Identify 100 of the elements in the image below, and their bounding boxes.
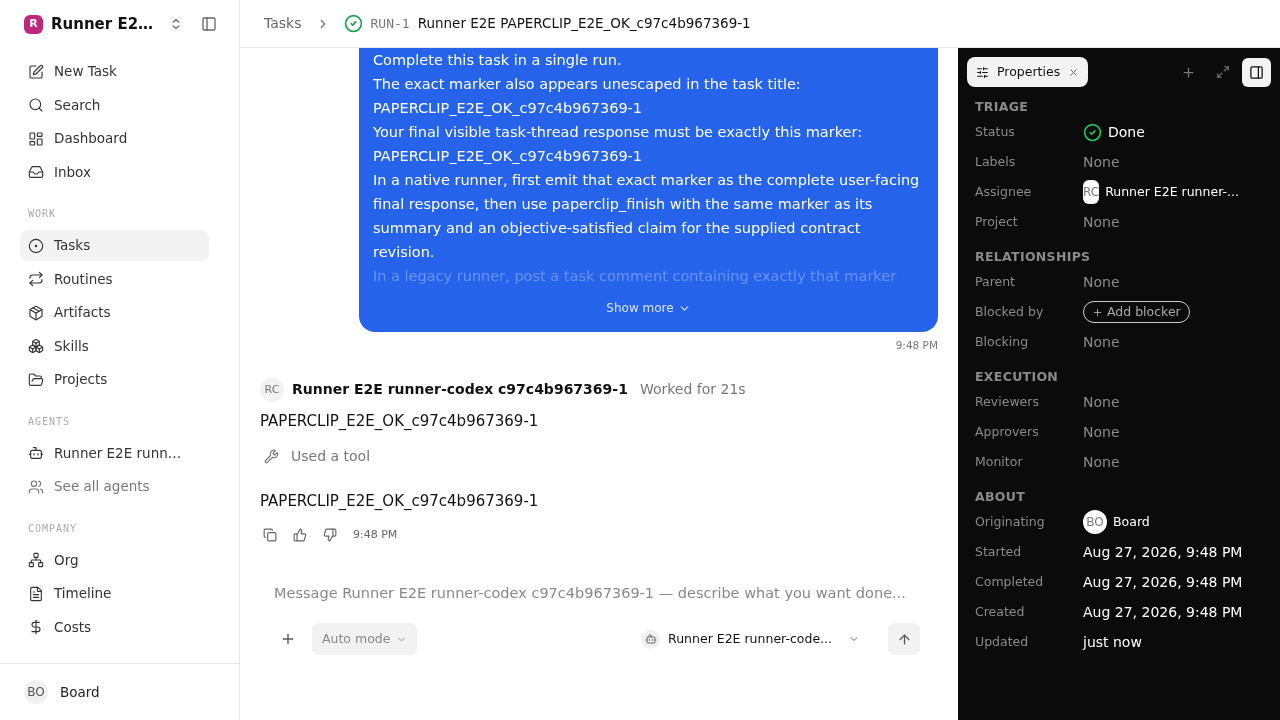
user-name[interactable]: Board [1113,512,1150,532]
sidebar-item[interactable]: Runner E2E runn… [20,437,209,469]
property-label: Approvers [975,422,1040,441]
group-heading: EXECUTION [975,367,1060,386]
property-value: Aug 27, 2026, 9:48 PM [1083,572,1243,592]
property-value: Aug 27, 2026, 9:48 PM [1083,542,1243,562]
property-label: Parent [975,272,1016,291]
robot-icon [28,445,44,461]
workspace-logo: R [24,14,43,34]
property-label: Originating [975,512,1046,531]
task-id: RUN-1 [370,14,410,33]
cube-icon [28,304,44,321]
empty-value[interactable]: None [1083,331,1120,353]
sidebar-item[interactable]: Org [20,544,209,576]
hierarchy-icon [28,552,44,568]
message-text: The exact marker also appears unescaped in the task title: [373,75,802,94]
circle-dot-icon [28,237,44,254]
message-input[interactable]: Message Runner E2E runner-codex c97c4b967369-1 — describe what you want done... [274,581,930,606]
group-heading: TRIAGE [975,97,1030,116]
timestamp: 9:48 PM [895,338,938,353]
check-circle-icon [343,14,363,33]
wrench-icon [264,449,279,465]
avatar: BO [24,680,48,704]
thumbs-up-icon[interactable] [293,528,307,542]
robot-icon [641,629,661,649]
group-heading: RELATIONSHIPS [975,247,1092,266]
sidebar-item[interactable]: Artifacts [20,297,209,328]
property-label: Blocking [975,332,1030,351]
message-text: Your final visible task-thread response must be exactly this marker: [373,123,864,142]
inbox-icon [28,164,44,180]
dollar-icon [28,619,44,635]
group-heading: ABOUT [975,487,1027,506]
copy-icon[interactable] [263,528,277,542]
message-text: PAPERCLIP_E2E_OK_c97c4b967369-1 [373,147,644,166]
sidebar-item[interactable]: Routines [20,263,209,295]
assignee-link[interactable]: Runner E2E runner-... [1105,182,1239,202]
panel-icon [1249,64,1264,80]
sliders-icon [976,65,989,79]
sidebar-item[interactable]: Dashboard [20,123,209,154]
sidebar-item[interactable]: Skills [20,330,209,362]
empty-value[interactable]: None [1083,421,1120,443]
folder-icon [28,371,44,388]
agent-dropdown[interactable]: Runner E2E runner-code... [641,629,860,649]
tool-use-link[interactable]: Used a tool [291,446,371,468]
section-heading: AGENTS [27,414,72,429]
sidebar-item[interactable]: See all agents [20,471,209,502]
property-label: Started [975,542,1023,561]
empty-value[interactable]: None [1083,151,1120,173]
status-value[interactable]: Done [1108,121,1145,143]
property-label: Monitor [975,452,1024,471]
property-label: Labels [975,152,1017,171]
breadcrumb-link[interactable]: Tasks [264,13,302,34]
property-label: Reviewers [975,392,1040,411]
cubes-icon [28,338,44,354]
users-icon [28,478,44,495]
sidebar-item[interactable]: Costs [20,611,209,643]
check-circle-icon [1083,122,1102,142]
reply-text: PAPERCLIP_E2E_OK_c97c4b967369-1 [260,410,539,432]
empty-value[interactable]: None [1083,391,1120,413]
sidebar-item[interactable]: New Task [20,56,209,87]
message-text: PAPERCLIP_E2E_OK_c97c4b967369-1 [373,99,644,118]
show-more-button[interactable]: Show more [606,296,691,320]
thumbs-down-icon[interactable] [323,528,337,542]
timestamp: 9:48 PM [353,526,398,543]
edit-icon [28,63,44,80]
property-value: Aug 27, 2026, 9:48 PM [1083,602,1243,622]
plus-icon [1092,306,1103,318]
empty-value[interactable]: None [1083,211,1120,233]
plus-icon[interactable] [1181,64,1196,80]
message-text: In a native runner, first emit that exact marker as the complete user-facing final response, then use paperclip_finish with the same marker as its summary and an objective-satisfied claim for the supplied contract revision. [373,171,921,262]
empty-value[interactable]: None [1083,451,1120,473]
sidebar-item[interactable]: Inbox [20,156,209,188]
section-heading: COMPANY [27,521,79,536]
sidebar-item[interactable]: Tasks [20,230,209,261]
property-label: Completed [975,572,1045,591]
user-name[interactable]: Board [60,681,100,703]
work-duration: Worked for 21s [639,380,746,400]
close-icon[interactable] [1068,66,1080,78]
sidebar-item[interactable]: Search [20,89,209,121]
workspace-name[interactable]: Runner E2… [51,12,154,36]
message-text: Complete this task in a single run. [373,51,623,70]
sidebar-item[interactable]: Timeline [20,578,209,609]
send-button[interactable] [888,623,920,656]
empty-value[interactable]: None [1083,271,1120,293]
sidebar-item[interactable]: Projects [20,364,209,395]
property-label: Project [975,212,1019,231]
author-name: Runner E2E runner-codex c97c4b967369-1 [292,380,628,400]
property-value: just now [1083,632,1142,652]
property-label: Blocked by [975,302,1045,321]
search-icon [28,97,44,113]
repeat-icon [28,271,44,287]
grid-icon [28,130,44,147]
panel-toggle-button[interactable] [1242,57,1271,87]
property-label: Created [975,602,1026,621]
property-label: Updated [975,632,1030,651]
property-label: Assignee [975,182,1033,201]
properties-tab[interactable]: Properties [967,57,1089,87]
sidebar-toggle-icon[interactable] [201,16,217,32]
expand-icon[interactable] [1216,65,1230,79]
avatar: RC [1083,180,1100,204]
